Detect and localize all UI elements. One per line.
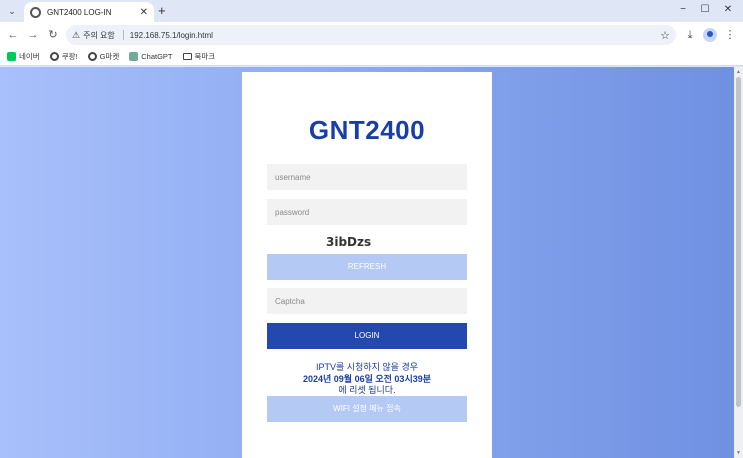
bookmark-label: G마켓 bbox=[99, 52, 120, 61]
password-input[interactable] bbox=[267, 199, 467, 225]
brand-title: GNT2400 bbox=[308, 115, 426, 145]
login-card: GNT2400 3ibDzs REFRESH LOGIN IPTV를 시청하지 … bbox=[242, 72, 492, 458]
maximize-button[interactable]: ☐ bbox=[698, 4, 712, 15]
new-tab-button[interactable]: + bbox=[158, 4, 166, 18]
reload-button[interactable]: ↻ bbox=[46, 28, 60, 42]
bookmark-coupang[interactable]: 쿠팡! bbox=[49, 51, 78, 62]
captcha-input[interactable] bbox=[267, 288, 467, 314]
bookmark-folder[interactable]: 북마크 bbox=[182, 51, 216, 62]
page-viewport: GNT2400 3ibDzs REFRESH LOGIN IPTV를 시청하지 … bbox=[0, 67, 743, 458]
bookmark-gmarket[interactable]: G마켓 bbox=[87, 51, 120, 62]
download-icon[interactable]: ⤓ bbox=[683, 28, 697, 42]
menu-kebab-icon[interactable]: ⋮ bbox=[723, 28, 737, 42]
scroll-down-icon[interactable]: ▼ bbox=[736, 450, 741, 456]
tab-strip: ⌄ GNT2400 LOG-IN ✕ + − ☐ ✕ bbox=[0, 0, 743, 22]
tab-search-chevron-icon[interactable]: ⌄ bbox=[5, 4, 19, 18]
bookmark-chatgpt[interactable]: ChatGPT bbox=[129, 52, 173, 61]
profile-avatar[interactable] bbox=[703, 28, 717, 42]
scrollbar-thumb[interactable] bbox=[736, 77, 741, 407]
bookmark-label: 북마크 bbox=[194, 52, 216, 61]
chatgpt-icon bbox=[129, 52, 139, 61]
folder-icon bbox=[182, 53, 192, 60]
forward-button[interactable]: → bbox=[26, 28, 40, 42]
tab-title: GNT2400 LOG-IN bbox=[47, 7, 112, 17]
scroll-up-icon[interactable]: ▲ bbox=[736, 69, 741, 75]
warning-icon[interactable]: ⚠ bbox=[72, 30, 80, 41]
browser-tab[interactable]: GNT2400 LOG-IN ✕ bbox=[24, 2, 154, 22]
refresh-button[interactable]: REFRESH bbox=[267, 254, 467, 280]
bookmarks-bar: 네이버 쿠팡! G마켓 ChatGPT 북마크 bbox=[0, 48, 743, 66]
globe-icon bbox=[30, 6, 41, 18]
globe-icon bbox=[49, 52, 59, 61]
notice-reset-time: 2024년 09월 06일 오전 03시39분 bbox=[302, 374, 432, 384]
naver-icon bbox=[7, 52, 16, 61]
security-warning[interactable]: 주의 요함 bbox=[83, 30, 115, 41]
back-button[interactable]: ← bbox=[6, 28, 20, 42]
captcha-image: 3ibDzs bbox=[326, 235, 372, 249]
globe-icon bbox=[87, 52, 97, 61]
close-icon[interactable]: ✕ bbox=[140, 7, 148, 18]
notice-line-3: 에 리셋 됩니다. bbox=[338, 385, 396, 395]
bookmark-label: 네이버 bbox=[19, 52, 40, 61]
bookmark-naver[interactable]: 네이버 bbox=[7, 51, 40, 62]
username-input[interactable] bbox=[267, 164, 467, 190]
browser-toolbar: ← → ↻ ⚠ 주의 요함 192.168.75.1/login.html ☆ … bbox=[0, 22, 743, 48]
login-button[interactable]: LOGIN bbox=[267, 323, 467, 349]
url-text[interactable]: 192.168.75.1/login.html bbox=[130, 31, 660, 40]
wifi-settings-button[interactable]: WIFI 설정 메뉴 접속 bbox=[267, 396, 467, 422]
notice-line-1: IPTV를 시청하지 않을 경우 bbox=[315, 362, 419, 372]
divider bbox=[122, 30, 124, 40]
scrollbar[interactable]: ▲ ▼ bbox=[734, 67, 743, 458]
window-close-button[interactable]: ✕ bbox=[721, 4, 735, 15]
bookmark-label: 쿠팡! bbox=[61, 52, 78, 61]
address-bar[interactable]: ⚠ 주의 요함 192.168.75.1/login.html ☆ bbox=[66, 25, 676, 45]
minimize-button[interactable]: − bbox=[676, 4, 690, 15]
bookmark-star-icon[interactable]: ☆ bbox=[660, 29, 670, 42]
bookmark-label: ChatGPT bbox=[141, 52, 173, 61]
